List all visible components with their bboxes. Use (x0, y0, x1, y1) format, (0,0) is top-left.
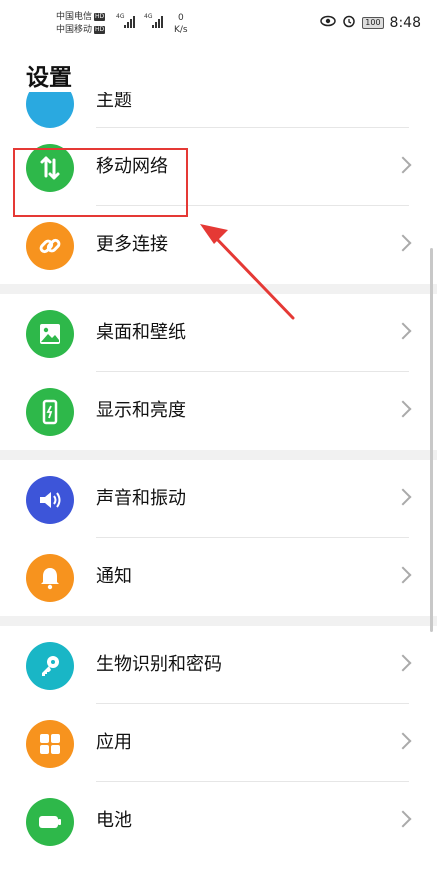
annotation-arrow (200, 224, 295, 320)
scrollbar[interactable] (430, 248, 433, 632)
